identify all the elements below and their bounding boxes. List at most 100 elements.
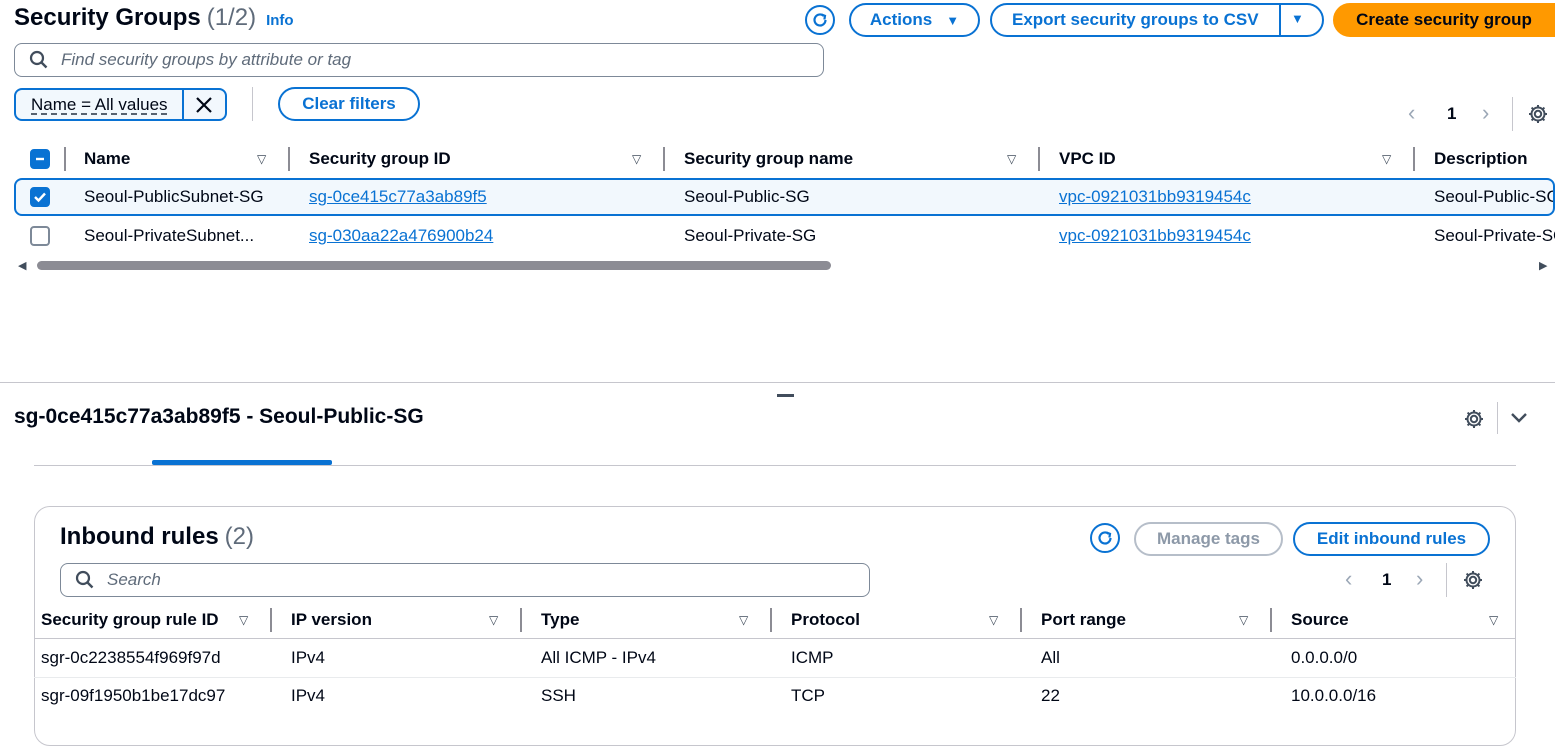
column-header-name[interactable]: Name [84,146,130,172]
source-cell: 0.0.0.0/0 [1291,648,1358,667]
ip-version-cell: IPv4 [291,648,326,667]
table-row[interactable]: sgr-0c2238554f969f97d IPv4 All ICMP - IP… [34,639,1516,677]
gear-icon[interactable] [1527,103,1549,130]
close-icon[interactable] [184,90,225,119]
page-number[interactable]: 1 [1447,104,1456,124]
column-divider[interactable] [520,608,522,632]
search-field[interactable] [14,43,824,77]
column-header-port-range[interactable]: Port range [1041,607,1126,633]
search-input[interactable] [59,49,823,71]
column-divider[interactable] [288,147,290,171]
caret-down-icon[interactable]: ▼ [1291,11,1304,26]
select-all-checkbox[interactable] [30,149,50,169]
sg-id-link[interactable]: sg-030aa22a476900b24 [309,223,493,249]
column-header-protocol[interactable]: Protocol [791,607,860,633]
info-link[interactable]: Info [266,12,294,29]
sg-id-link[interactable]: sg-0ce415c77a3ab89f5 [309,184,487,210]
column-divider[interactable] [270,608,272,632]
split-panel-divider [0,382,1555,383]
table-header: Name ▽ Security group ID ▽ Security grou… [14,146,1555,172]
page-number[interactable]: 1 [1382,570,1391,590]
column-header-source[interactable]: Source [1291,607,1349,633]
clear-filters-button[interactable]: Clear filters [278,87,420,121]
sg-name-cell: Seoul-PublicSubnet-SG [84,187,264,206]
column-header-sg-name[interactable]: Security group name [684,146,853,172]
table-row[interactable]: sgr-09f1950b1be17dc97 IPv4 SSH TCP 22 10… [34,678,1516,716]
type-cell: SSH [541,686,576,705]
refresh-button[interactable] [805,5,835,35]
next-page-icon[interactable]: › [1482,100,1489,126]
source-cell: 10.0.0.0/16 [1291,686,1377,705]
filter-token-label[interactable]: Name = All values [16,90,184,119]
export-dropdown-divider [1279,5,1281,35]
sort-icon[interactable]: ▽ [1489,607,1498,633]
pagination-divider [1512,97,1513,131]
inbound-rules-title: Inbound rules [60,523,219,550]
sort-icon[interactable]: ▽ [239,607,248,633]
edit-inbound-rules-button[interactable]: Edit inbound rules [1293,522,1490,556]
search-icon [29,50,48,69]
previous-page-icon[interactable]: ‹ [1345,566,1352,592]
scroll-left-icon[interactable]: ◀ [18,259,26,272]
sort-icon[interactable]: ▽ [489,607,498,633]
sort-icon[interactable]: ▽ [257,146,266,172]
column-header-description[interactable]: Description [1434,146,1528,172]
column-divider[interactable] [1413,147,1415,171]
protocol-cell: TCP [791,686,825,705]
sort-icon[interactable]: ▽ [632,146,641,172]
refresh-button[interactable] [1090,523,1120,553]
active-tab-indicator[interactable] [152,460,332,465]
detail-title: sg-0ce415c77a3ab89f5 - Seoul-Public-SG [14,405,424,428]
type-cell: All ICMP - IPv4 [541,648,656,667]
caret-down-icon: ▼ [946,12,960,28]
scroll-right-icon[interactable]: ▶ [1539,259,1547,272]
export-csv-button[interactable]: Export security groups to CSV ▼ [990,3,1324,37]
table-row[interactable]: Seoul-PrivateSubnet... sg-030aa22a476900… [14,218,1555,254]
vpc-id-link[interactable]: vpc-0921031bb9319454c [1059,184,1251,210]
create-security-group-button[interactable]: Create security group [1333,3,1555,37]
gear-icon[interactable] [1462,569,1484,596]
gear-icon[interactable] [1463,408,1485,435]
column-divider[interactable] [663,147,665,171]
sg-name-cell: Seoul-PrivateSubnet... [84,226,255,245]
chevron-down-icon[interactable] [1510,410,1528,430]
column-header-type[interactable]: Type [541,607,579,633]
column-divider [64,147,66,171]
filter-divider [252,87,253,121]
previous-page-icon[interactable]: ‹ [1408,100,1415,126]
actions-button[interactable]: Actions ▼ [849,3,980,37]
row-checkbox[interactable] [30,187,50,207]
next-page-icon[interactable]: › [1416,566,1423,592]
column-divider[interactable] [1020,608,1022,632]
rule-id-cell: sgr-0c2238554f969f97d [41,648,221,667]
rule-id-cell: sgr-09f1950b1be17dc97 [41,686,226,705]
security-groups-table: Name ▽ Security group ID ▽ Security grou… [14,146,1555,276]
table-header: Security group rule ID ▽ IP version ▽ Ty… [34,607,1516,633]
column-header-vpc-id[interactable]: VPC ID [1059,146,1116,172]
inbound-search-input[interactable] [105,569,869,591]
table-row[interactable]: Seoul-PublicSubnet-SG sg-0ce415c77a3ab89… [14,178,1555,216]
inbound-rules-header: Inbound rules (2) [60,523,254,551]
vpc-id-link[interactable]: vpc-0921031bb9319454c [1059,223,1251,249]
column-header-sg-id[interactable]: Security group ID [309,146,451,172]
sort-icon[interactable]: ▽ [1239,607,1248,633]
sort-icon[interactable]: ▽ [989,607,998,633]
sort-icon[interactable]: ▽ [1382,146,1391,172]
inbound-search-field[interactable] [60,563,870,597]
column-header-rule-id[interactable]: Security group rule ID [41,607,219,633]
column-divider[interactable] [1038,147,1040,171]
resize-handle[interactable] [777,394,794,397]
row-checkbox[interactable] [30,226,50,246]
inbound-rules-table: Security group rule ID ▽ IP version ▽ Ty… [34,607,1516,725]
port-range-cell: 22 [1041,686,1060,705]
inbound-rules-count: (2) [224,523,255,550]
search-icon [75,570,94,589]
horizontal-scrollbar-thumb[interactable] [37,261,831,270]
sort-icon[interactable]: ▽ [739,607,748,633]
column-divider[interactable] [770,608,772,632]
column-header-ip-version[interactable]: IP version [291,607,372,633]
tabs-bar [34,465,1516,466]
sort-icon[interactable]: ▽ [1007,146,1016,172]
column-divider[interactable] [1270,608,1272,632]
page-title: Security Groups [14,4,201,31]
